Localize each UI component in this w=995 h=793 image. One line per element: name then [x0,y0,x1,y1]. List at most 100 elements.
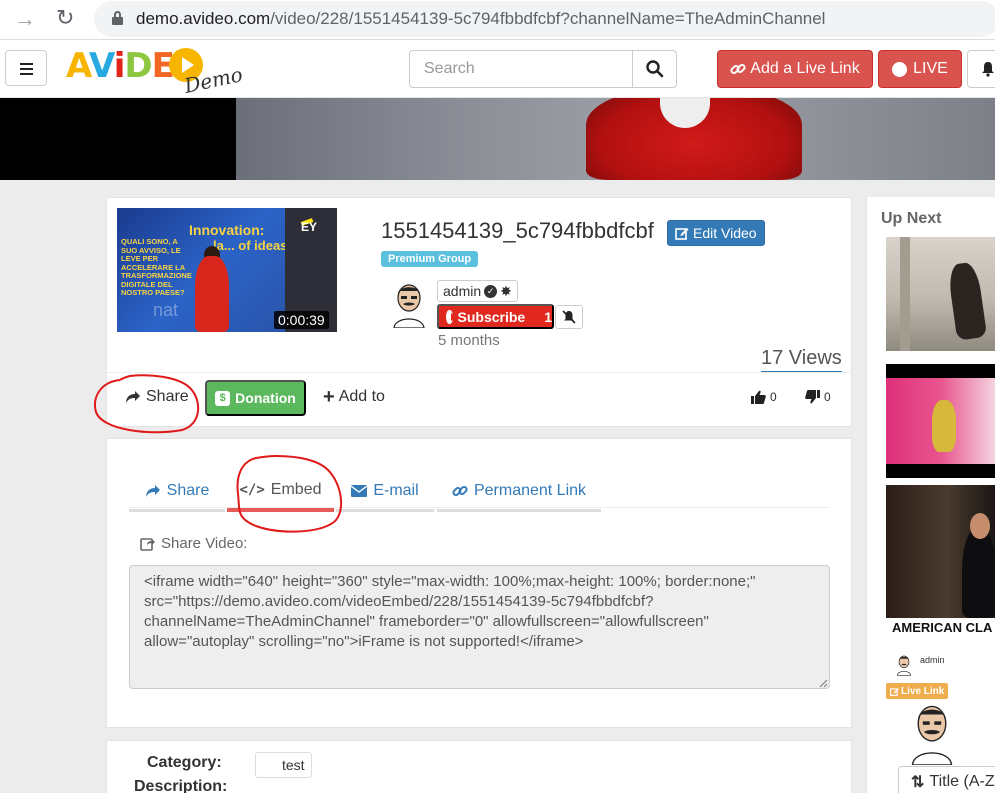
thumbs-up-icon [751,390,766,404]
verified-check-icon: ✓ [484,284,498,298]
subscribe-label: Subscribe [457,308,526,325]
category-label: Category: [147,754,222,771]
edit-video-label: Edit Video [693,225,757,241]
search-icon [646,60,664,78]
subscribe-button[interactable]: Subscribe 1 [437,304,554,329]
thumb-headline-2: la... of ideas [213,238,288,253]
bell-slash-icon [562,310,576,324]
browser-toolbar: → ↻ demo.avideo.com/video/228/1551454139… [0,0,995,40]
resize-handle-icon[interactable] [818,678,828,688]
sort-icon: ⇅ [911,774,925,791]
tab-embed-label: Embed [270,481,322,498]
tab-permanent-link-label: Permanent Link [473,481,587,499]
lock-icon[interactable] [112,11,123,25]
up-next-thumbnail-1[interactable] [886,237,995,351]
reload-icon[interactable]: ↻ [56,5,74,31]
video-title: 1551454139_5c794fbbdfcbf [381,218,654,243]
tab-email-label: E-mail [373,481,419,499]
thumbs-down-icon [805,390,820,404]
forward-arrow-icon[interactable]: → [14,6,36,32]
video-info-panel: Innovation: la... of ideas QUALI SONO, A… [106,197,853,427]
video-duration: 0:00:39 [274,311,329,329]
add-live-link-button[interactable]: Add a Live Link [717,50,873,88]
add-to-label: Add to [338,388,385,405]
live-stream-avatar[interactable] [909,703,955,765]
plus-icon: + [323,386,335,408]
share-video-heading: Share Video: [140,535,247,552]
view-count: 17 Views [761,347,842,373]
embed-code-textarea[interactable]: <iframe width="640" height="360" style="… [129,565,830,689]
premium-group-badge: Premium Group [381,251,479,267]
url-text[interactable]: demo.avideo.com/video/228/1551454139-5c7… [136,9,825,29]
tab-embed[interactable]: </> Embed [227,472,334,512]
live-button[interactable]: LIVE [878,50,962,88]
up-next-thumbnail-2[interactable] [886,364,995,478]
sort-button[interactable]: ⇅ Title (A-Z [898,766,995,793]
hamburger-icon [20,63,33,65]
link-icon [730,63,746,75]
video-thumbnail[interactable]: Innovation: la... of ideas QUALI SONO, A… [117,208,337,332]
link-icon [452,485,468,496]
up-next-title-3[interactable]: AMERICAN CLA [892,620,992,635]
share-label: Share [146,388,189,405]
add-to-button[interactable]: + Add to [323,386,385,408]
tabs-divider [129,507,830,508]
video-details-panel: Category: test Description: [106,740,852,793]
dislike-count: 0 [824,390,831,404]
edit-icon [675,228,689,240]
thumb-presenter [195,256,229,332]
share-button[interactable]: Share [125,388,189,406]
channel-avatar[interactable] [389,282,429,328]
tab-permanent-link[interactable]: Permanent Link [437,472,601,512]
like-button[interactable]: 0 [751,390,777,404]
share-panel: Share </> Embed E-mail Permanent Link Sh… [106,438,852,728]
category-tag[interactable]: test [255,752,312,778]
tab-email[interactable]: E-mail [336,472,434,512]
sort-label: Title (A-Z [929,773,995,790]
code-icon: </> [239,482,265,498]
up-next-heading: Up Next [881,210,942,227]
notify-toggle-button[interactable] [555,305,583,329]
up-next-thumbnail-3[interactable] [886,485,995,618]
notifications-button[interactable] [967,50,995,88]
thumb-nat-text: nat [153,300,179,320]
divider [107,372,853,373]
tab-share[interactable]: Share [129,472,225,512]
search-button[interactable] [632,50,677,88]
published-since: 5 months [438,332,500,349]
logo-letters: AViDE [66,46,175,86]
share-arrow-icon [145,484,160,497]
live-link-badge: Live Link [886,683,949,699]
video-player-banner[interactable] [0,98,995,180]
dislike-button[interactable]: 0 [805,390,831,404]
live-user-name[interactable]: admin [920,655,945,665]
address-bar[interactable]: demo.avideo.com/video/228/1551454139-5c7… [94,1,995,37]
live-dot-icon [892,61,908,77]
add-live-link-label: Add a Live Link [750,60,860,77]
edit-icon [890,687,899,696]
up-next-sidebar: Up Next AMERICAN CLA admin Live Link ⇅ T… [866,197,995,793]
edit-video-button[interactable]: Edit Video [667,220,765,246]
search-input[interactable] [409,50,633,88]
donation-button[interactable]: $ Donation [205,380,306,416]
share-square-icon [140,538,155,551]
live-user-avatar[interactable] [895,654,913,676]
channel-user-link[interactable]: admin ✓ ✸ [437,280,518,302]
menu-button[interactable] [5,50,47,86]
tab-share-label: Share [166,481,210,499]
like-count: 0 [770,390,777,404]
description-label: Description: [134,778,228,793]
donation-label: Donation [235,390,296,406]
envelope-icon [351,484,368,497]
channel-user-name: admin [443,283,482,299]
gear-badge-icon: ✸ [500,283,512,299]
subscriber-count: 1 [544,308,552,325]
site-logo[interactable]: AViDE Demo [66,44,245,98]
thumb-headline: Innovation: [189,222,265,238]
money-icon: $ [215,390,231,406]
share-video-label: Share Video: [161,535,248,552]
thumb-slogan: QUALI SONO, A SUO AVVISO, LE LEVE PER AC… [121,237,192,297]
live-label: LIVE [913,60,948,77]
share-arrow-icon [126,391,140,403]
site-header: AViDE Demo Add a Live Link LIVE [0,40,995,98]
